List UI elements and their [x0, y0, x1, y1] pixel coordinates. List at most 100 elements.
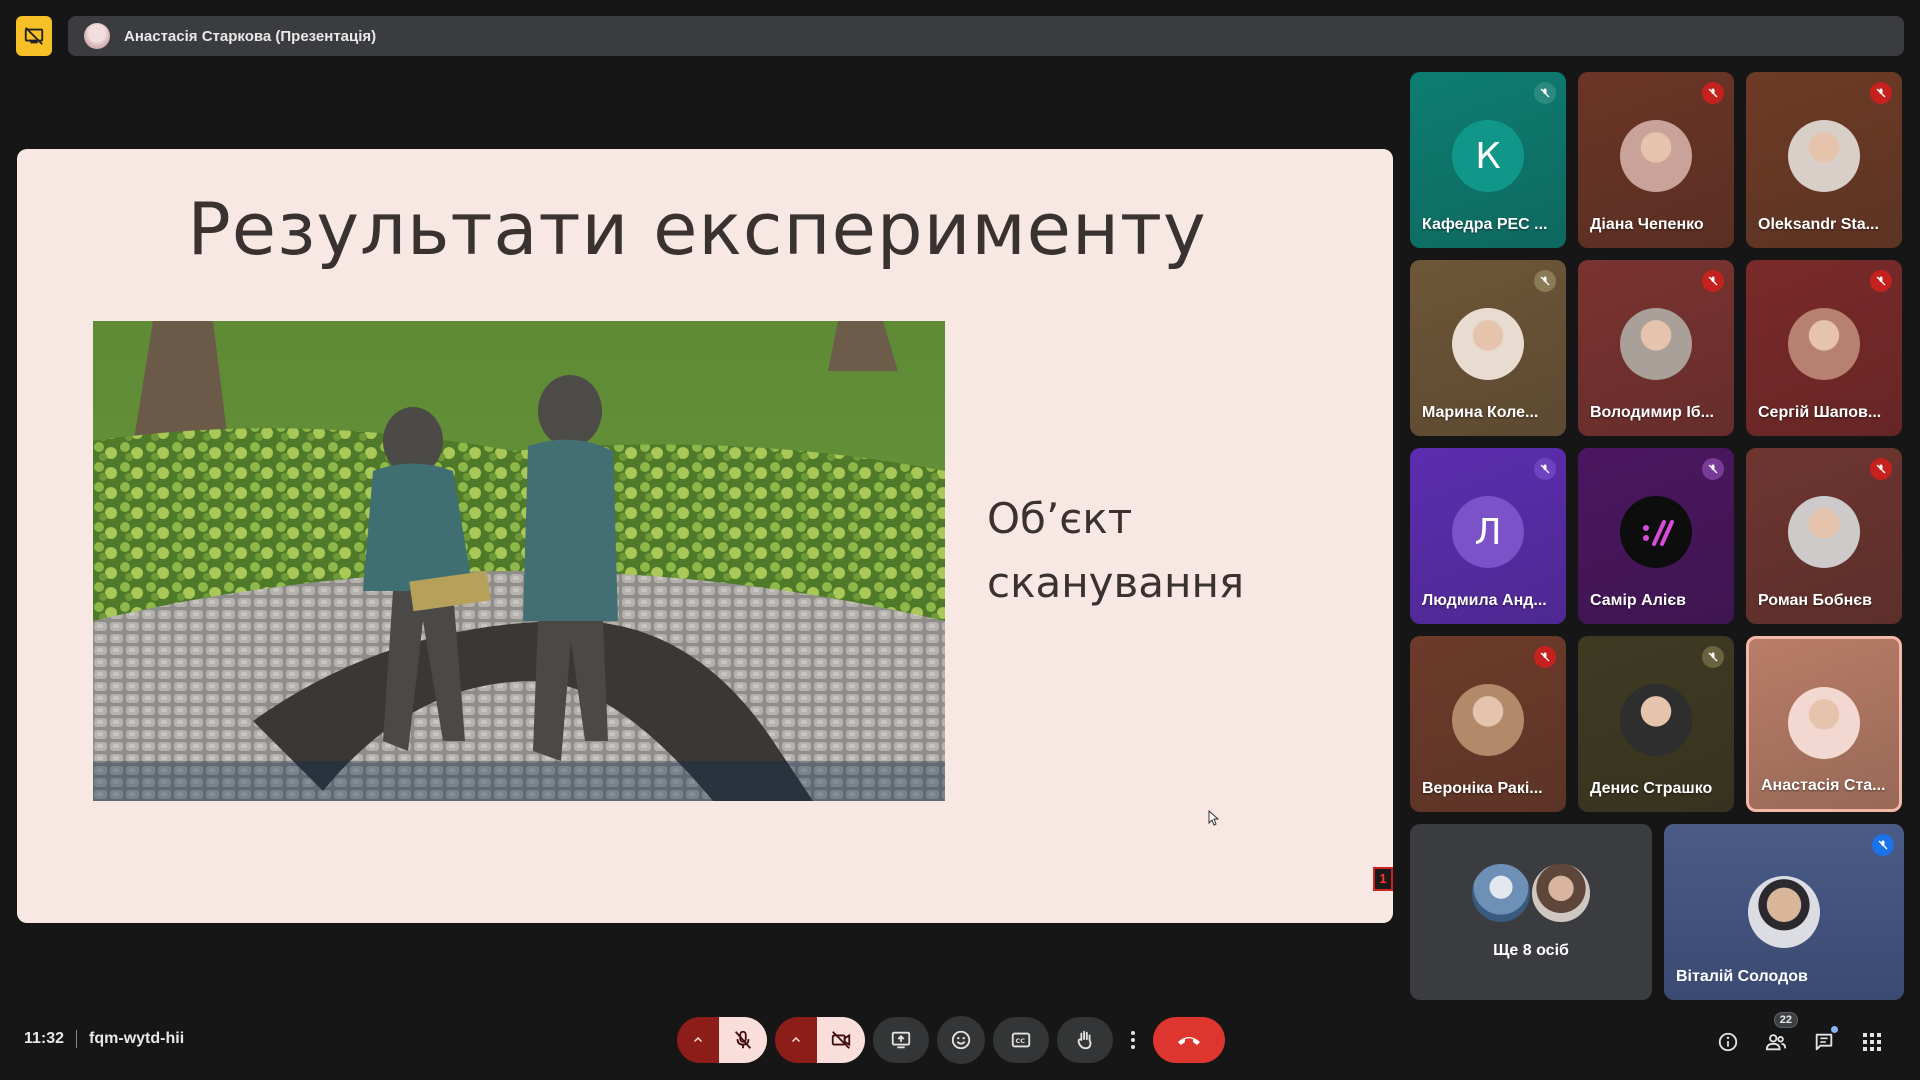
- participant-tile[interactable]: Анастасія Ста...: [1746, 636, 1902, 812]
- mouse-cursor-icon: [1208, 810, 1220, 826]
- meet-window: Анастасія Старкова (Презентація) Результ…: [0, 0, 1920, 1080]
- participant-name: Вероніка Ракі...: [1422, 780, 1543, 797]
- slide-marker: 1: [1373, 867, 1393, 891]
- raise-hand-icon: [1077, 1030, 1092, 1050]
- participant-tile[interactable]: Самір Алієв: [1578, 448, 1734, 624]
- participant-name: Діана Чепенко: [1590, 216, 1704, 233]
- slide-photo: [93, 321, 945, 801]
- mic-off-icon: [1870, 458, 1892, 480]
- mic-off-icon: [1534, 458, 1556, 480]
- presenter-banner: Анастасія Старкова (Презентація): [68, 16, 1904, 56]
- participant-tile[interactable]: Сергій Шапов...: [1746, 260, 1902, 436]
- presentation-slide: Результати експерименту Об’єкт скануванн…: [17, 149, 1393, 923]
- camera-off-icon: [831, 1031, 851, 1049]
- participant-tile[interactable]: Л Людмила Анд...: [1410, 448, 1566, 624]
- present-now-button[interactable]: [873, 1017, 929, 1063]
- participant-name: Самір Алієв: [1590, 592, 1686, 609]
- mic-off-icon: [1702, 646, 1724, 668]
- raise-hand-button[interactable]: [1057, 1017, 1113, 1063]
- mic-control-group: [677, 1017, 767, 1063]
- mic-off-icon: [1702, 458, 1724, 480]
- stop-presenting-icon: [24, 27, 44, 45]
- chat-unread-dot: [1831, 1026, 1838, 1033]
- avatar: [1788, 496, 1860, 568]
- featured-name: Віталій Солодов: [1676, 968, 1808, 985]
- camera-control-group: [775, 1017, 865, 1063]
- camera-toggle-button[interactable]: [817, 1017, 865, 1063]
- participant-tile[interactable]: Марина Коле...: [1410, 260, 1566, 436]
- more-options-button[interactable]: [1121, 1017, 1145, 1063]
- participant-name: Володимир Іб...: [1590, 404, 1714, 421]
- mic-off-icon: [1870, 82, 1892, 104]
- participant-name: Oleksandr Sta...: [1758, 216, 1879, 233]
- participant-tile[interactable]: Діана Чепенко: [1578, 72, 1734, 248]
- captions-icon: CC: [1011, 1032, 1031, 1048]
- leave-call-button[interactable]: [1153, 1017, 1225, 1063]
- meeting-details-button[interactable]: [1704, 1024, 1752, 1060]
- more-participants-tile[interactable]: Ще 8 осіб: [1410, 824, 1652, 1000]
- more-participants-label: Ще 8 осіб: [1493, 942, 1569, 959]
- divider: [76, 1030, 78, 1048]
- captions-button[interactable]: CC: [993, 1017, 1049, 1063]
- slide-subtitle: Об’єкт сканування: [987, 487, 1244, 615]
- mic-off-icon: [1534, 270, 1556, 292]
- participant-tile[interactable]: Oleksandr Sta...: [1746, 72, 1902, 248]
- mic-off-icon: [1534, 82, 1556, 104]
- avatar: [1788, 120, 1860, 192]
- avatar: [1788, 687, 1860, 759]
- participant-name: Денис Страшко: [1590, 780, 1713, 797]
- slide-subtitle-line-2: сканування: [987, 558, 1245, 607]
- chevron-up-icon: [693, 1036, 703, 1043]
- call-controls: CC: [677, 1016, 1225, 1064]
- activities-icon: [1863, 1033, 1881, 1051]
- avatar: [1620, 684, 1692, 756]
- participant-tile[interactable]: К Кафедра РЕС ...: [1410, 72, 1566, 248]
- chevron-up-icon: [791, 1036, 801, 1043]
- clock: 11:32: [24, 1030, 65, 1047]
- avatar: [1620, 120, 1692, 192]
- avatar-initial: К: [1452, 120, 1524, 192]
- slide-title: Результати експерименту: [187, 187, 1207, 271]
- participant-tile[interactable]: Роман Бобнєв: [1746, 448, 1902, 624]
- participant-tile[interactable]: Володимир Іб...: [1578, 260, 1734, 436]
- activities-button[interactable]: [1848, 1024, 1896, 1060]
- present-screen-icon: [891, 1031, 911, 1049]
- meeting-info: 11:32 fqm-wytd-hii: [24, 1030, 184, 1048]
- more-avatar-1: [1470, 862, 1532, 924]
- meeting-code: fqm-wytd-hii: [89, 1030, 185, 1047]
- participant-name: Людмила Анд...: [1422, 592, 1547, 609]
- people-button[interactable]: 22: [1752, 1012, 1800, 1060]
- info-icon: [1718, 1032, 1738, 1052]
- mic-off-icon: [734, 1030, 752, 1049]
- people-count-badge: 22: [1773, 1012, 1798, 1028]
- emoji-reactions-button[interactable]: [937, 1016, 985, 1064]
- presenter-avatar: [84, 23, 110, 49]
- video-settings-button[interactable]: [775, 1017, 817, 1063]
- participant-tile[interactable]: Вероніка Ракі...: [1410, 636, 1566, 812]
- participant-name: Сергій Шапов...: [1758, 404, 1882, 421]
- avatar: [1452, 308, 1524, 380]
- featured-avatar: [1748, 876, 1820, 948]
- emoji-icon: [951, 1030, 971, 1050]
- more-options-icon: [1131, 1031, 1135, 1049]
- people-icon: [1765, 1034, 1787, 1051]
- participant-name: Роман Бобнєв: [1758, 592, 1872, 609]
- side-panel-buttons: 22: [1704, 1012, 1896, 1060]
- mic-toggle-button[interactable]: [719, 1017, 767, 1063]
- participant-name: Марина Коле...: [1422, 404, 1539, 421]
- chat-button[interactable]: [1800, 1024, 1848, 1060]
- presenter-name: Анастасія Старкова (Презентація): [124, 27, 377, 45]
- slide-subtitle-line-1: Об’єкт: [987, 494, 1133, 543]
- mic-off-icon: [1870, 270, 1892, 292]
- avatar-initial: Л: [1452, 496, 1524, 568]
- audio-settings-button[interactable]: [677, 1017, 719, 1063]
- mic-off-icon: [1534, 646, 1556, 668]
- chat-icon: [1815, 1033, 1833, 1051]
- participant-tile-featured[interactable]: Віталій Солодов: [1664, 824, 1904, 1000]
- participant-name: Анастасія Ста...: [1761, 777, 1886, 794]
- hang-up-icon: [1178, 1037, 1200, 1045]
- avatar: [1620, 496, 1692, 568]
- stop-presenting-button[interactable]: [16, 16, 52, 56]
- avatar: [1452, 684, 1524, 756]
- participant-tile[interactable]: Денис Страшко: [1578, 636, 1734, 812]
